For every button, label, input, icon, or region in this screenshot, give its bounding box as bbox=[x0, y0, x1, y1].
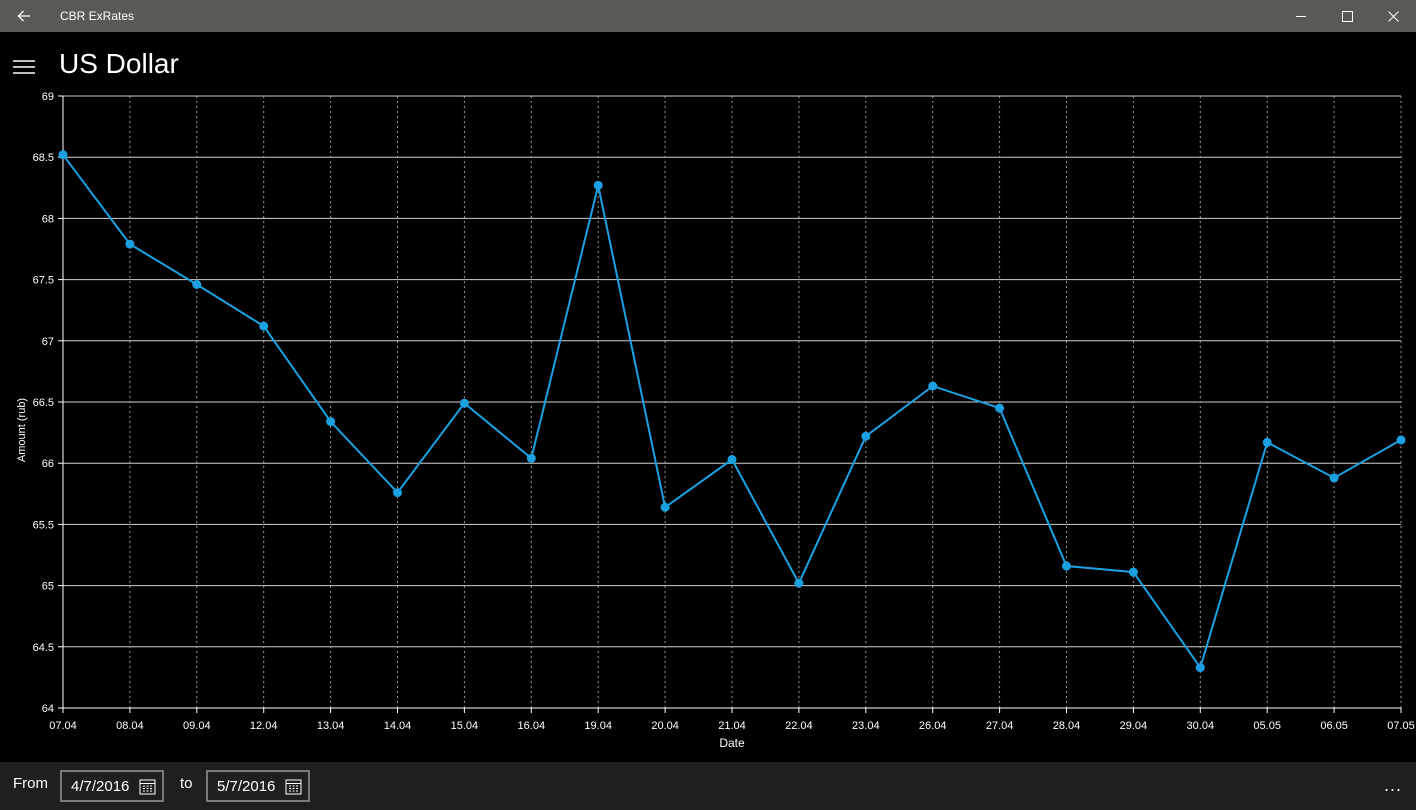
x-tick-label: 12.04 bbox=[250, 720, 278, 732]
x-tick-labels: 07.04 08.04 09.04 12.04 13.04 14.04 15.04 16.04… bbox=[49, 720, 1415, 732]
x-tick-label: 09.04 bbox=[183, 720, 211, 732]
y-tick-label: 68 bbox=[42, 213, 54, 225]
x-tick-label: 22.04 bbox=[785, 720, 813, 732]
y-tick-labels: 69 68.5 68 67.5 67 66.5 66 65.5 65 64.5 64 bbox=[33, 91, 54, 715]
x-tick-label: 27.04 bbox=[986, 720, 1014, 732]
window-title: CBR ExRates bbox=[60, 9, 135, 23]
x-tick-label: 13.04 bbox=[317, 720, 345, 732]
x-axis-label: Date bbox=[719, 736, 745, 750]
maximize-icon bbox=[1341, 10, 1353, 22]
from-date-picker[interactable]: 4/7/2016 bbox=[60, 770, 164, 802]
x-tick-label: 28.04 bbox=[1053, 720, 1081, 732]
x-tick-label: 16.04 bbox=[518, 720, 546, 732]
date-range-bar: From 4/7/2016 to 5/7/2016 ... bbox=[0, 762, 1416, 810]
data-point bbox=[192, 279, 202, 289]
window-controls bbox=[1278, 0, 1416, 32]
data-point bbox=[326, 417, 336, 427]
hamburger-icon bbox=[13, 60, 35, 74]
back-button[interactable] bbox=[0, 0, 48, 32]
data-point bbox=[861, 431, 871, 441]
data-point bbox=[259, 321, 269, 331]
x-tick-label: 30.04 bbox=[1187, 720, 1215, 732]
data-point bbox=[1262, 437, 1272, 447]
exchange-rate-chart: 69 68.5 68 67.5 67 66.5 66 65.5 65 64.5 64 07.04 08… bbox=[16, 91, 1415, 750]
data-point bbox=[459, 398, 469, 408]
x-tick-label: 26.04 bbox=[919, 720, 947, 732]
data-point bbox=[125, 239, 135, 249]
to-date-picker[interactable]: 5/7/2016 bbox=[206, 770, 310, 802]
calendar-icon bbox=[139, 779, 156, 795]
minimize-icon bbox=[1295, 15, 1306, 17]
data-point bbox=[995, 403, 1005, 413]
to-label: to bbox=[180, 775, 193, 792]
close-icon bbox=[1387, 10, 1399, 22]
data-point bbox=[1062, 561, 1071, 571]
x-tick-label: 29.04 bbox=[1120, 720, 1148, 732]
more-options-button[interactable]: ... bbox=[1384, 775, 1402, 796]
data-point bbox=[1329, 473, 1339, 483]
data-point bbox=[727, 455, 737, 465]
calendar-icon bbox=[285, 779, 302, 795]
y-tick-label: 65 bbox=[42, 581, 54, 593]
to-date-value: 5/7/2016 bbox=[217, 777, 276, 795]
x-tick-label: 20.04 bbox=[651, 720, 679, 732]
y-tick-label: 69 bbox=[42, 91, 54, 103]
x-tick-label: 15.04 bbox=[451, 720, 479, 732]
x-tick-label: 05.05 bbox=[1253, 720, 1281, 732]
y-tick-label: 66 bbox=[42, 458, 54, 470]
from-label: From bbox=[13, 775, 48, 792]
back-arrow-icon bbox=[17, 10, 30, 22]
x-tick-label: 07.04 bbox=[49, 720, 77, 732]
title-bar: CBR ExRates bbox=[0, 0, 1416, 32]
y-tick-label: 66.5 bbox=[33, 397, 54, 409]
y-tick-label: 65.5 bbox=[33, 519, 54, 531]
data-point bbox=[1396, 435, 1406, 445]
minimize-button[interactable] bbox=[1278, 0, 1324, 32]
y-tick-label: 67 bbox=[42, 336, 54, 348]
y-axis-label: Amount (rub) bbox=[16, 398, 28, 462]
from-date-value: 4/7/2016 bbox=[71, 777, 130, 795]
data-point bbox=[526, 453, 536, 463]
x-tick-label: 07.05 bbox=[1387, 720, 1415, 732]
y-tick-label: 64.5 bbox=[33, 642, 54, 654]
data-point bbox=[928, 381, 938, 391]
hamburger-menu-button[interactable] bbox=[6, 52, 42, 82]
x-tick-label: 23.04 bbox=[852, 720, 880, 732]
y-tick-label: 64 bbox=[42, 703, 54, 715]
x-tick-label: 06.05 bbox=[1320, 720, 1348, 732]
page-header: US Dollar bbox=[0, 32, 1416, 92]
x-tick-label: 19.04 bbox=[584, 720, 612, 732]
close-button[interactable] bbox=[1370, 0, 1416, 32]
data-point bbox=[1128, 567, 1138, 577]
y-tick-label: 68.5 bbox=[33, 152, 54, 164]
data-point bbox=[1195, 663, 1205, 673]
x-tick-label: 21.04 bbox=[718, 720, 746, 732]
data-point bbox=[794, 578, 804, 588]
axes bbox=[58, 95, 1402, 713]
maximize-button[interactable] bbox=[1324, 0, 1370, 32]
x-tick-label: 08.04 bbox=[116, 720, 144, 732]
data-point bbox=[58, 150, 68, 160]
x-tick-label: 14.04 bbox=[384, 720, 412, 732]
data-point bbox=[393, 488, 402, 498]
page-title: US Dollar bbox=[59, 48, 179, 79]
data-point bbox=[660, 502, 670, 512]
y-tick-label: 67.5 bbox=[33, 275, 54, 287]
data-point bbox=[593, 180, 603, 190]
